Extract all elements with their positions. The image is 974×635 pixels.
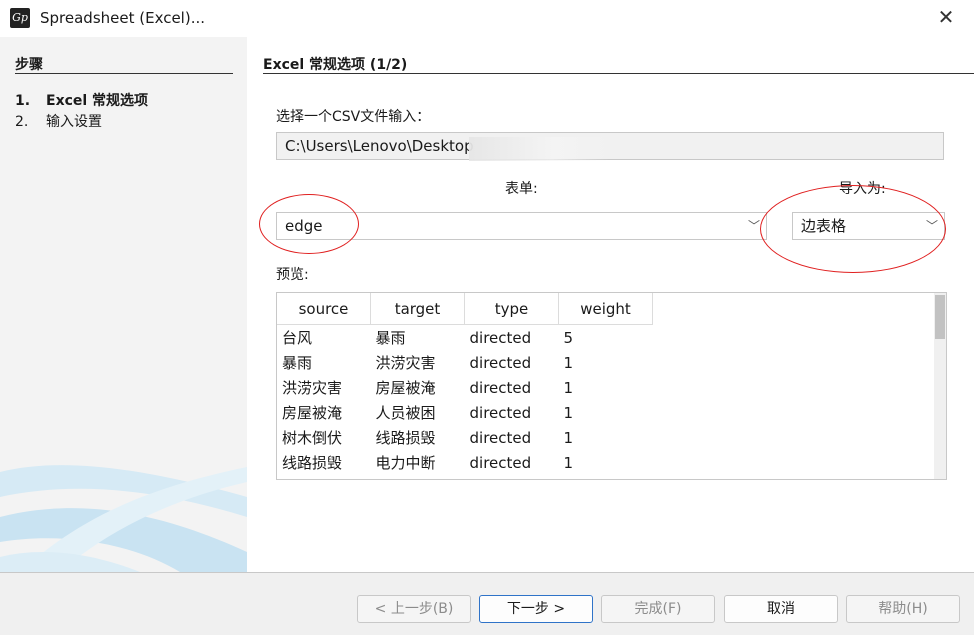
- back-button[interactable]: < 上一步(B): [357, 595, 471, 623]
- steps-title: 步骤: [15, 57, 43, 73]
- table-cell: 1: [563, 403, 574, 422]
- table-cell: 5: [563, 328, 574, 347]
- table-row: 房屋被淹 人员被困 directed 1: [277, 400, 653, 425]
- page-title: Excel 常规选项 (1/2): [263, 57, 408, 73]
- table-row: 暴雨 洪涝灾害 directed 1: [277, 350, 653, 375]
- column-header[interactable]: source: [277, 293, 371, 325]
- column-header[interactable]: type: [464, 293, 559, 325]
- table-cell: 1: [563, 428, 574, 447]
- table-cell: 台风: [282, 329, 313, 347]
- table-cell: 电力中断: [375, 454, 436, 472]
- step-label: 输入设置: [46, 114, 102, 130]
- chevron-down-icon: ﹀: [925, 219, 938, 233]
- table-cell: 房屋被淹: [375, 379, 436, 397]
- help-button[interactable]: 帮助(H): [846, 595, 960, 623]
- table-cell: 暴雨: [282, 354, 313, 372]
- table-cell: 树木倒伏: [282, 429, 343, 447]
- close-button[interactable]: ✕: [926, 0, 966, 37]
- table-cell: 洪涝灾害: [282, 379, 343, 397]
- table-cell: directed: [469, 353, 532, 372]
- sheet-select-value: edge: [285, 217, 323, 235]
- divider: [263, 73, 974, 74]
- finish-button[interactable]: 完成(F): [601, 595, 715, 623]
- table-row: 台风 暴雨 directed 5: [277, 325, 653, 351]
- step-number: 1.: [15, 93, 31, 109]
- app-logo-icon: Gp: [10, 8, 30, 28]
- table-cell: directed: [469, 428, 532, 447]
- column-header[interactable]: weight: [558, 293, 653, 325]
- import-as-select[interactable]: 边表格 ﹀: [792, 212, 945, 240]
- preview-table: source target type weight 台风 暴雨 directed…: [277, 293, 653, 475]
- decorative-swoosh-graphic: [0, 465, 247, 572]
- preview-label: 预览:: [276, 267, 309, 283]
- table-cell: directed: [469, 403, 532, 422]
- table-cell: 洪涝灾害: [375, 354, 436, 372]
- table-cell: 房屋被淹: [282, 404, 343, 422]
- step-number: 2.: [15, 114, 29, 130]
- import-as-label: 导入为:: [839, 181, 886, 197]
- cancel-button[interactable]: 取消: [724, 595, 838, 623]
- table-header-row: source target type weight: [277, 293, 653, 325]
- table-cell: directed: [469, 453, 532, 472]
- table-cell: directed: [469, 328, 532, 347]
- scrollbar-thumb[interactable]: [935, 295, 945, 339]
- table-cell: 线路损毁: [375, 429, 436, 447]
- main-panel: Excel 常规选项 (1/2) 选择一个CSV文件输入： C:\Users\L…: [247, 37, 974, 572]
- dialog-footer: < 上一步(B) 下一步 > 完成(F) 取消 帮助(H): [0, 572, 974, 635]
- step-item-2: 2. 输入设置: [15, 111, 102, 131]
- table-cell: directed: [469, 378, 532, 397]
- window-title: Spreadsheet (Excel)...: [40, 9, 205, 27]
- csv-path-field[interactable]: C:\Users\Lenovo\Desktop: [276, 132, 944, 160]
- table-row: 线路损毁 电力中断 directed 1: [277, 450, 653, 475]
- import-as-select-value: 边表格: [801, 217, 847, 235]
- sheet-select[interactable]: edge ﹀: [276, 212, 767, 240]
- preview-table-panel: source target type weight 台风 暴雨 directed…: [276, 292, 947, 480]
- column-header[interactable]: target: [370, 293, 465, 325]
- redacted-area: [469, 137, 609, 161]
- table-row: 洪涝灾害 房屋被淹 directed 1: [277, 375, 653, 400]
- steps-sidebar: 步骤 1. Excel 常规选项 2. 输入设置: [0, 37, 247, 572]
- title-bar: Gp Spreadsheet (Excel)... ✕: [0, 0, 974, 37]
- sheet-label: 表单:: [505, 181, 538, 197]
- step-label: Excel 常规选项: [46, 93, 149, 109]
- table-cell: 人员被困: [375, 404, 436, 422]
- chevron-down-icon: ﹀: [747, 219, 760, 233]
- table-cell: 暴雨: [375, 329, 406, 347]
- table-cell: 1: [563, 353, 574, 372]
- next-button[interactable]: 下一步 >: [479, 595, 593, 623]
- divider: [15, 73, 233, 74]
- table-cell: 1: [563, 378, 574, 397]
- vertical-scrollbar[interactable]: [934, 293, 946, 479]
- table-cell: 线路损毁: [282, 454, 343, 472]
- table-cell: 1: [563, 453, 574, 472]
- step-item-1: 1. Excel 常规选项: [15, 90, 148, 110]
- table-row: 树木倒伏 线路损毁 directed 1: [277, 425, 653, 450]
- csv-label: 选择一个CSV文件输入：: [276, 109, 431, 125]
